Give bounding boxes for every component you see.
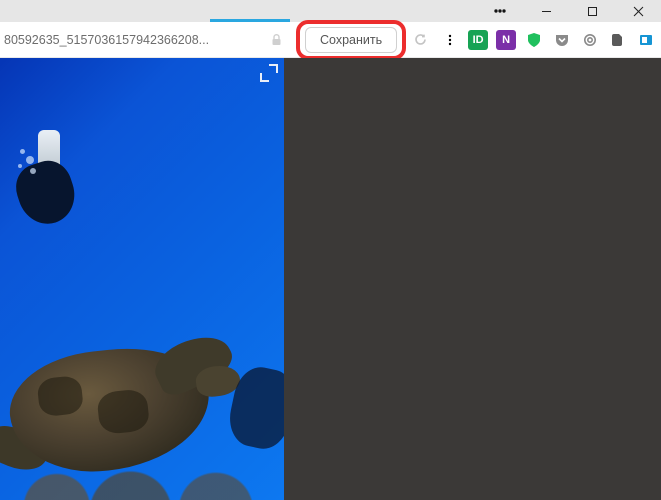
content-area [0,58,661,500]
evernote-extension-icon[interactable] [608,30,628,50]
minimize-button[interactable] [523,0,569,22]
image-viewer[interactable] [0,58,284,500]
extensions-row: ID N [440,30,661,50]
close-button[interactable] [615,0,661,22]
maximize-button[interactable] [569,0,615,22]
fullscreen-icon[interactable] [260,64,278,82]
address-toolbar: 80592635_5157036157942366208... Сохранит… [0,22,661,58]
save-button[interactable]: Сохранить [305,27,397,53]
clip-extension-icon[interactable] [636,30,656,50]
id-extension-icon[interactable]: ID [468,30,488,50]
active-tab-indicator [210,19,290,22]
save-button-label: Сохранить [320,33,382,47]
menu-dots-icon[interactable] [440,30,460,50]
more-menu-button[interactable] [477,0,523,22]
pocket-extension-icon[interactable] [552,30,572,50]
lock-icon[interactable] [270,29,283,51]
browser-window: 80592635_5157036157942366208... Сохранит… [0,0,661,500]
image-content [0,430,284,500]
onenote-extension-label: N [502,34,510,46]
shield-green-icon[interactable] [524,30,544,50]
save-button-highlight: Сохранить [305,27,397,53]
url-fragment[interactable]: 80592635_5157036157942366208... [0,26,258,54]
reload-icon[interactable] [413,29,428,51]
window-controls [477,0,661,22]
image-content [0,136,84,266]
id-extension-label: ID [473,34,484,46]
empty-panel [284,58,661,500]
title-bar [0,0,661,22]
circle-extension-icon[interactable] [580,30,600,50]
onenote-extension-icon[interactable]: N [496,30,516,50]
